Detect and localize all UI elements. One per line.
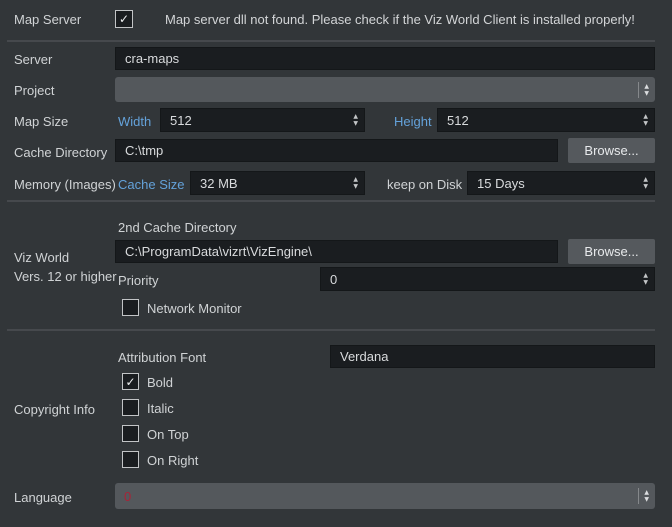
on-right-label: On Right <box>147 453 198 468</box>
spinner-arrows-icon[interactable]: ▲▼ <box>644 84 649 96</box>
cache-directory-browse-button[interactable]: Browse... <box>568 138 655 163</box>
height-input[interactable] <box>447 113 643 128</box>
viz-world-label-line1: Viz World <box>14 250 69 265</box>
spinner-arrows-icon[interactable]: ▲▼ <box>643 177 648 189</box>
attribution-font-input[interactable] <box>330 345 655 368</box>
italic-label: Italic <box>147 401 174 416</box>
cache-size-input[interactable] <box>200 176 353 191</box>
italic-checkbox[interactable] <box>122 399 139 416</box>
priority-label: Priority <box>118 273 158 288</box>
on-top-checkbox[interactable] <box>122 425 139 442</box>
on-right-checkbox[interactable] <box>122 451 139 468</box>
combo-divider <box>638 82 639 98</box>
keep-on-disk-label: keep on Disk <box>387 177 462 192</box>
separator <box>7 200 655 202</box>
spinner-arrows-icon[interactable]: ▲▼ <box>644 490 649 502</box>
priority-input[interactable] <box>330 272 643 287</box>
width-spinner[interactable]: ▲▼ <box>160 108 365 132</box>
cache-size-spinner[interactable]: ▲▼ <box>190 171 365 195</box>
map-server-settings-panel: Map Server Map server dll not found. Ple… <box>0 0 672 527</box>
cache-directory-label: Cache Directory <box>14 145 107 160</box>
cache-directory-input[interactable] <box>115 139 558 162</box>
spinner-arrows-icon[interactable]: ▲▼ <box>643 114 648 126</box>
spinner-arrows-icon[interactable]: ▲▼ <box>353 114 358 126</box>
map-server-label: Map Server <box>14 12 81 27</box>
width-input[interactable] <box>170 113 353 128</box>
language-select[interactable]: 0 ▲▼ <box>115 483 655 509</box>
project-select[interactable]: ▲▼ <box>115 77 655 102</box>
language-selected-value: 0 <box>124 489 131 504</box>
cache-size-label: Cache Size <box>118 177 184 192</box>
combo-divider <box>638 488 639 504</box>
keep-on-disk-spinner[interactable]: ▲▼ <box>467 171 655 195</box>
language-label: Language <box>14 490 72 505</box>
bold-checkbox[interactable] <box>122 373 139 390</box>
map-size-label: Map Size <box>14 114 68 129</box>
second-cache-browse-button[interactable]: Browse... <box>568 239 655 264</box>
spinner-arrows-icon[interactable]: ▲▼ <box>353 177 358 189</box>
network-monitor-checkbox[interactable] <box>122 299 139 316</box>
attribution-font-label: Attribution Font <box>118 350 206 365</box>
memory-images-label: Memory (Images) <box>14 177 116 192</box>
on-top-label: On Top <box>147 427 189 442</box>
second-cache-directory-input[interactable] <box>115 240 558 263</box>
height-label: Height <box>394 114 432 129</box>
bold-label: Bold <box>147 375 173 390</box>
map-server-checkbox[interactable] <box>115 10 133 28</box>
keep-on-disk-input[interactable] <box>477 176 643 191</box>
spinner-arrows-icon[interactable]: ▲▼ <box>643 273 648 285</box>
server-label: Server <box>14 52 52 67</box>
width-label: Width <box>118 114 151 129</box>
server-input[interactable] <box>115 47 655 70</box>
network-monitor-label: Network Monitor <box>147 301 242 316</box>
second-cache-directory-label: 2nd Cache Directory <box>118 220 237 235</box>
copyright-info-label: Copyright Info <box>14 402 95 417</box>
height-spinner[interactable]: ▲▼ <box>437 108 655 132</box>
project-label: Project <box>14 83 54 98</box>
map-server-warning-text: Map server dll not found. Please check i… <box>165 12 657 27</box>
separator <box>7 329 655 331</box>
separator <box>7 40 655 42</box>
viz-world-label-line2: Vers. 12 or higher <box>14 269 117 284</box>
priority-spinner[interactable]: ▲▼ <box>320 267 655 291</box>
